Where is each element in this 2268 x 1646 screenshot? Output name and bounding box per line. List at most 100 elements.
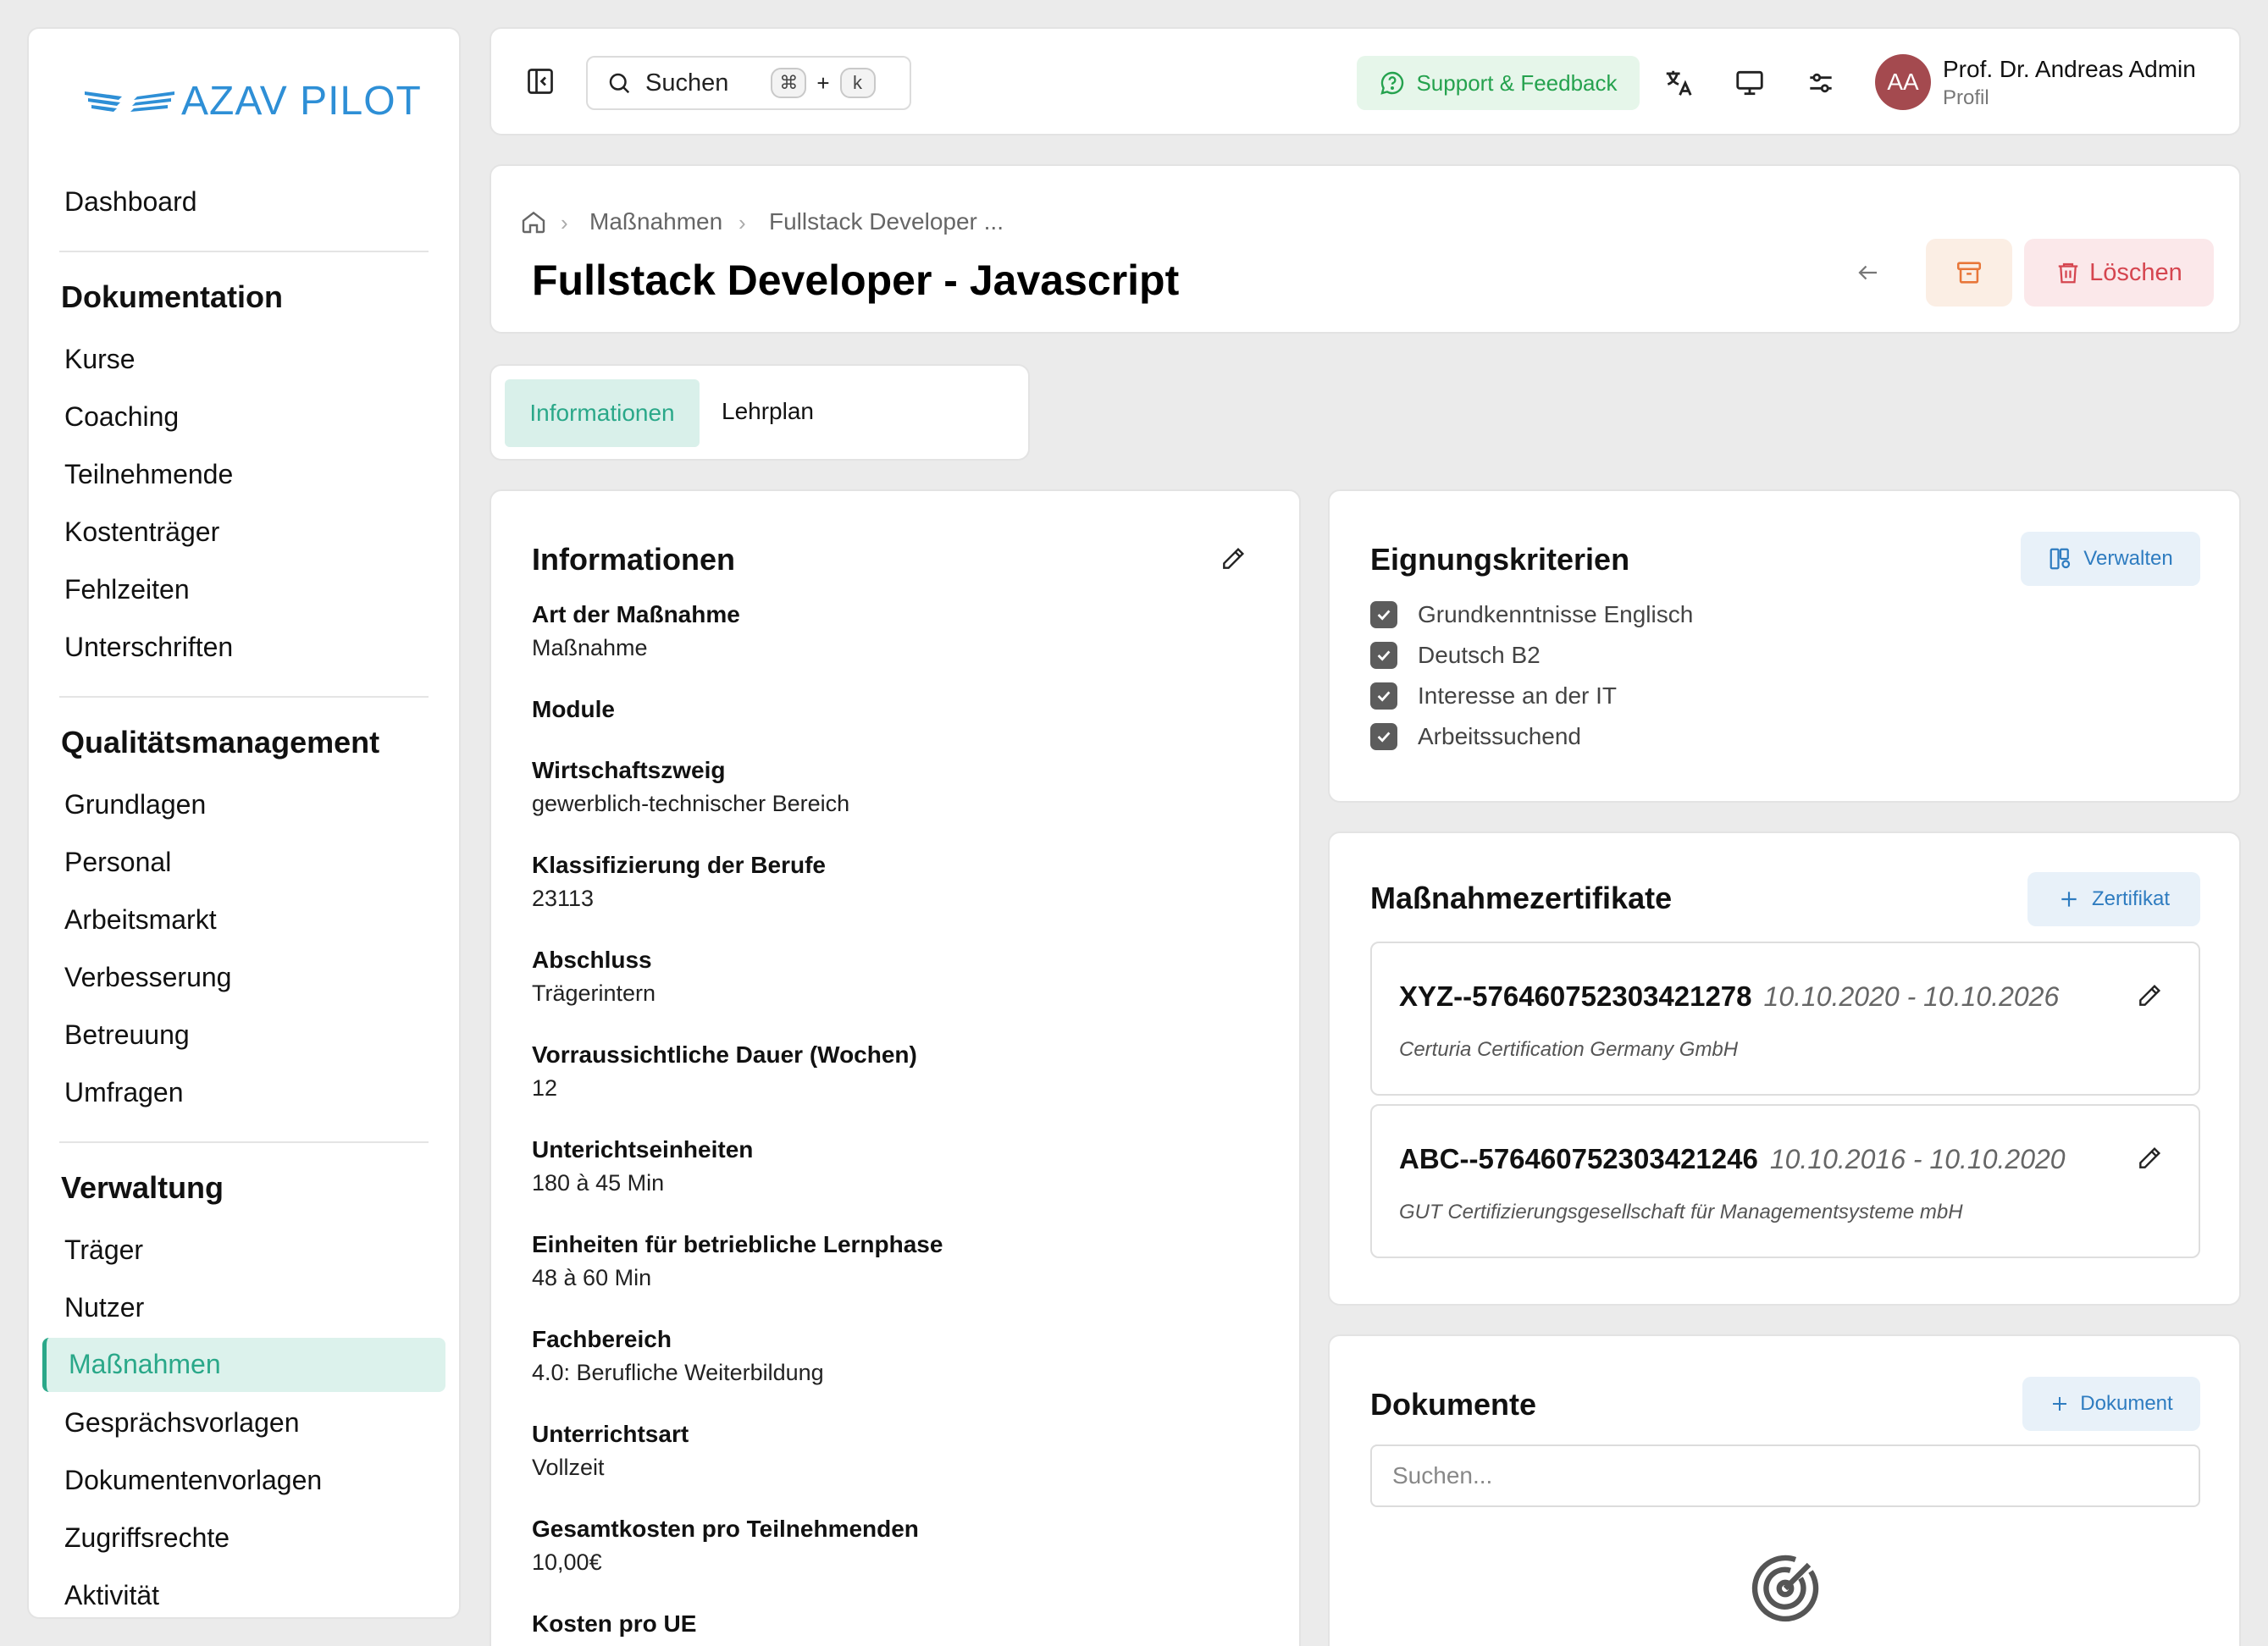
avatar[interactable]: AA	[1875, 54, 1931, 110]
logo-text: AZAV PILOT	[181, 79, 422, 124]
sidebar-item-zugriffsrechte[interactable]: Zugriffsrechte	[64, 1522, 230, 1554]
criteria-item[interactable]: Arbeitssuchend	[1370, 723, 1581, 750]
add-certificate-button[interactable]: Zertifikat	[2027, 872, 2200, 926]
sidebar-item-traeger[interactable]: Träger	[64, 1234, 143, 1266]
tab-lehrplan[interactable]: Lehrplan	[722, 398, 814, 425]
checkbox-checked-icon	[1370, 723, 1397, 750]
field-label: Klassifizierung der Berufe	[532, 852, 826, 878]
settings-button[interactable]	[1801, 63, 1841, 103]
certificate-dates: 10.10.2016 - 10.10.2020	[1769, 1144, 2066, 1174]
translate-icon	[1666, 70, 1692, 96]
sidebar-item-arbeitsmarkt[interactable]: Arbeitsmarkt	[64, 904, 217, 936]
logo[interactable]: AZAV PILOT	[83, 78, 422, 124]
tab-bar: Informationen Lehrplan	[490, 364, 1030, 461]
tab-informationen[interactable]: Informationen	[505, 379, 700, 447]
shortcut-plus: +	[816, 69, 830, 96]
checkbox-checked-icon	[1370, 682, 1397, 710]
search-label: Suchen	[645, 69, 729, 97]
certificate-code-line: ABC--576460752303421246 10.10.2016 - 10.1…	[1399, 1143, 2066, 1175]
user-name[interactable]: Prof. Dr. Andreas Admin	[1943, 56, 2196, 83]
field-label: Art der Maßnahme	[532, 601, 740, 627]
sidebar-item-teilnehmende[interactable]: Teilnehmende	[64, 459, 233, 490]
certificate-code-line: XYZ--576460752303421278 10.10.2020 - 10.1…	[1399, 980, 2059, 1013]
certificate-card[interactable]: XYZ--576460752303421278 10.10.2020 - 10.1…	[1370, 942, 2200, 1096]
sidebar-item-gespraechsvorlagen[interactable]: Gesprächsvorlagen	[64, 1407, 299, 1439]
field-value: Vollzeit	[532, 1455, 605, 1480]
field-value: 48 à 60 Min	[532, 1265, 652, 1290]
certificate-org: Certuria Certification Germany GmbH	[1399, 1038, 1739, 1061]
pencil-icon[interactable]	[2136, 1145, 2163, 1172]
shortcut-cmd-key: ⌘	[771, 68, 807, 98]
checkbox-checked-icon	[1370, 601, 1397, 628]
sidebar-section-dokumentation: Dokumentation	[61, 279, 284, 314]
sidebar-item-dokumentenvorlagen[interactable]: Dokumentenvorlagen	[64, 1465, 322, 1496]
checkbox-checked-icon	[1370, 642, 1397, 669]
field-label: Einheiten für betriebliche Lernphase	[532, 1231, 943, 1257]
criteria-label: Grundkenntnisse Englisch	[1418, 601, 1694, 627]
field-label: Wirtschaftszweig	[532, 757, 726, 783]
add-document-label: Dokument	[2080, 1392, 2173, 1415]
sidebar-item-dashboard[interactable]: Dashboard	[64, 186, 197, 218]
criteria-item[interactable]: Deutsch B2	[1370, 642, 1541, 669]
edit-info-button[interactable]	[1216, 542, 1250, 576]
sidebar-item-grundlagen[interactable]: Grundlagen	[64, 789, 206, 820]
language-button[interactable]	[1658, 63, 1699, 103]
shortcut-k-key: k	[839, 68, 876, 98]
add-certificate-label: Zertifikat	[2091, 887, 2170, 910]
search-button[interactable]: Suchen ⌘ + k	[586, 56, 911, 110]
radar-empty-icon	[1751, 1555, 1819, 1622]
sidebar-item-nutzer[interactable]: Nutzer	[64, 1292, 144, 1323]
arrow-left-icon	[1858, 265, 1877, 280]
plus-icon	[2061, 892, 2077, 907]
pencil-icon[interactable]	[2136, 982, 2163, 1009]
page-title: Fullstack Developer - Javascript	[532, 257, 1180, 304]
display-mode-button[interactable]	[1729, 63, 1770, 103]
certificate-card[interactable]: ABC--576460752303421246 10.10.2016 - 10.1…	[1370, 1104, 2200, 1258]
panel-title: Dokumente	[1370, 1387, 1537, 1422]
sidebar-item-betreuung[interactable]: Betreuung	[64, 1019, 190, 1051]
field-label: Fachbereich	[532, 1326, 672, 1352]
delete-label: Löschen	[2089, 258, 2182, 286]
field-value: 12	[532, 1075, 558, 1101]
delete-button[interactable]: Löschen	[2024, 239, 2214, 307]
criteria-label: Arbeitssuchend	[1418, 723, 1582, 749]
sidebar-item-fehlzeiten[interactable]: Fehlzeiten	[64, 574, 190, 605]
sidebar-item-kostentraeger[interactable]: Kostenträger	[64, 516, 219, 548]
manage-criteria-button[interactable]: Verwalten	[2021, 532, 2200, 586]
field-value: 10,00€	[532, 1549, 602, 1575]
panel-title: Maßnahmezertifikate	[1370, 881, 1673, 915]
divider	[59, 696, 429, 698]
certificate-dates: 10.10.2020 - 10.10.2026	[1763, 981, 2060, 1012]
sidebar-item-kurse[interactable]: Kurse	[64, 344, 136, 375]
sidebar-item-umfragen[interactable]: Umfragen	[64, 1077, 184, 1108]
settings-sliders-icon	[1810, 73, 1832, 93]
sidebar-item-aktivitaet[interactable]: Aktivität	[64, 1580, 159, 1611]
sidebar-section-qualitaetsmanagement: Qualitätsmanagement	[61, 725, 380, 759]
back-button[interactable]	[1851, 256, 1885, 290]
document-search-input[interactable]: Suchen...	[1370, 1444, 2200, 1507]
field-label: Abschluss	[532, 947, 652, 973]
toggle-sidebar-button[interactable]	[522, 63, 559, 100]
archive-button[interactable]	[1926, 239, 2012, 307]
sidebar-item-label: Maßnahmen	[69, 1349, 221, 1379]
certificate-org: GUT Certifizierungsgesellschaft für Mana…	[1399, 1201, 1963, 1223]
support-feedback-button[interactable]: Support & Feedback	[1357, 56, 1640, 110]
support-label: Support & Feedback	[1416, 69, 1618, 96]
page-header: › Maßnahmen › Fullstack Developer ... Fu…	[490, 164, 2241, 334]
breadcrumb-massnahmen[interactable]: Maßnahmen	[589, 208, 722, 235]
criteria-item[interactable]: Interesse an der IT	[1370, 682, 1617, 710]
add-document-button[interactable]: Dokument	[2022, 1377, 2200, 1431]
sidebar-item-personal[interactable]: Personal	[64, 847, 171, 878]
breadcrumb-current: Fullstack Developer ...	[769, 208, 1004, 235]
trash-icon	[2058, 262, 2078, 284]
user-profile-link[interactable]: Profil	[1943, 86, 1989, 110]
criteria-item[interactable]: Grundkenntnisse Englisch	[1370, 601, 1693, 628]
sidebar-item-massnahmen[interactable]: Maßnahmen	[42, 1338, 445, 1392]
field-label: Unterichtseinheiten	[532, 1136, 754, 1163]
monitor-icon	[1736, 70, 1763, 96]
help-chat-icon	[1380, 71, 1404, 95]
sidebar-item-unterschriften[interactable]: Unterschriften	[64, 632, 233, 663]
sidebar-item-verbesserung[interactable]: Verbesserung	[64, 962, 231, 993]
sidebar-item-coaching[interactable]: Coaching	[64, 401, 179, 433]
home-icon[interactable]	[520, 208, 547, 235]
